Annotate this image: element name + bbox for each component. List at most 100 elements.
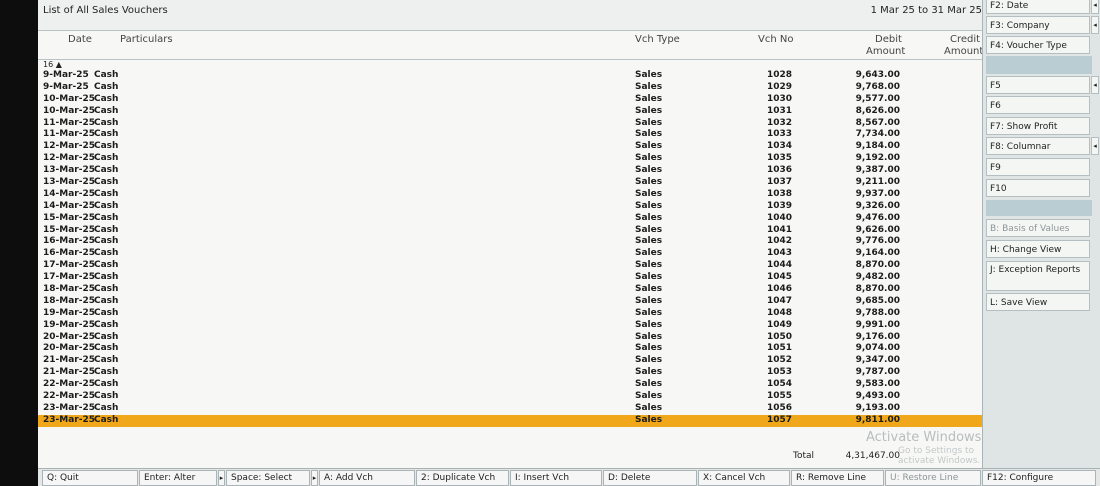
table-row[interactable]: 12-Mar-25 Cash Sales 1034 9,184.00 [38,141,982,153]
f4-voucher-type-button[interactable]: F4: Voucher Type [986,36,1090,54]
table-row[interactable]: 10-Mar-25 Cash Sales 1031 8,626.00 [38,106,982,118]
table-row[interactable]: 11-Mar-25 Cash Sales 1033 7,734.00 [38,129,982,141]
table-row[interactable]: 19-Mar-25 Cash Sales 1048 9,788.00 [38,308,982,320]
row-vch-type: Sales [635,402,663,413]
table-row[interactable]: 14-Mar-25 Cash Sales 1039 9,326.00 [38,201,982,213]
f10-button[interactable]: F10 [986,179,1090,197]
f7-show-profit-button[interactable]: F7: Show Profit [986,117,1090,135]
chevron-left-icon[interactable]: ◂ [1091,0,1099,14]
row-debit-amount: 9,482.00 [855,272,900,283]
row-debit-amount: 9,811.00 [855,414,900,425]
duplicate-voucher-button[interactable]: 2: Duplicate Vch [416,470,509,486]
row-vch-no: 1052 [766,355,792,366]
sidebar-divider [986,200,1092,216]
restore-line-button[interactable]: U: Restore Line [885,470,981,486]
row-date: 10-Mar-25 [43,93,95,104]
chevron-left-icon[interactable]: ◂ [1091,76,1099,94]
table-row[interactable]: 17-Mar-25 Cash Sales 1044 8,870.00 [38,260,982,272]
chevron-left-icon[interactable]: ◂ [1091,137,1099,155]
table-row[interactable]: 10-Mar-25 Cash Sales 1030 9,577.00 [38,94,982,106]
f2-date-button[interactable]: F2: Date [986,0,1090,14]
row-debit-amount: 9,211.00 [855,177,900,188]
f3-company-button[interactable]: F3: Company [986,16,1090,34]
row-debit-amount: 8,870.00 [855,284,900,295]
row-debit-amount: 9,577.00 [855,93,900,104]
voucher-table: 9-Mar-25 Cash Sales 1028 9,643.00 9-Mar-25 Cas… [38,70,982,427]
select-button[interactable]: Space: Select [226,470,310,486]
alter-button[interactable]: Enter: Alter [139,470,217,486]
row-particulars: Cash [94,93,119,104]
row-particulars: Cash [94,367,119,378]
table-row[interactable]: 13-Mar-25 Cash Sales 1036 9,387.00 [38,165,982,177]
column-header: Date Particulars Vch Type Vch No Debit A… [38,31,983,60]
row-particulars: Cash [94,295,119,306]
cancel-voucher-button[interactable]: X: Cancel Vch [698,470,790,486]
f6-button[interactable]: F6 [986,96,1090,114]
table-row[interactable]: 18-Mar-25 Cash Sales 1047 9,685.00 [38,296,982,308]
table-row[interactable]: 15-Mar-25 Cash Sales 1040 9,476.00 [38,213,982,225]
delete-button[interactable]: D: Delete [603,470,697,486]
table-row[interactable]: 23-Mar-25 Cash Sales 1056 9,193.00 [38,403,982,415]
chevron-right-icon[interactable]: ▸ [218,470,225,486]
row-debit-amount: 8,870.00 [855,260,900,271]
col-date: Date [68,34,92,45]
row-particulars: Cash [94,188,119,199]
f5-button[interactable]: F5 [986,76,1090,94]
row-vch-type: Sales [635,200,663,211]
f8-columnar-button[interactable]: F8: Columnar [986,137,1090,155]
f9-button[interactable]: F9 [986,158,1090,176]
quit-button[interactable]: Q: Quit [42,470,138,486]
row-particulars: Cash [94,117,119,128]
row-vch-no: 1044 [766,260,792,271]
table-row[interactable]: 19-Mar-25 Cash Sales 1049 9,991.00 [38,320,982,332]
table-row[interactable]: 22-Mar-25 Cash Sales 1055 9,493.00 [38,391,982,403]
table-row[interactable]: 18-Mar-25 Cash Sales 1046 8,870.00 [38,284,982,296]
add-voucher-button[interactable]: A: Add Vch [319,470,415,486]
table-row[interactable]: 15-Mar-25 Cash Sales 1041 9,626.00 [38,225,982,237]
group-label: 16 ▲ [43,60,62,69]
row-vch-type: Sales [635,343,663,354]
remove-line-button[interactable]: R: Remove Line [791,470,884,486]
table-row[interactable]: 21-Mar-25 Cash Sales 1052 9,347.00 [38,355,982,367]
change-view-button[interactable]: H: Change View [986,240,1090,258]
row-debit-amount: 9,347.00 [855,355,900,366]
table-row[interactable]: 22-Mar-25 Cash Sales 1054 9,583.00 [38,379,982,391]
row-date: 9-Mar-25 [43,81,89,92]
table-row[interactable]: 20-Mar-25 Cash Sales 1051 9,074.00 [38,343,982,355]
table-row[interactable]: 21-Mar-25 Cash Sales 1053 9,787.00 [38,367,982,379]
table-row[interactable]: 13-Mar-25 Cash Sales 1037 9,211.00 [38,177,982,189]
table-row[interactable]: 12-Mar-25 Cash Sales 1035 9,192.00 [38,153,982,165]
chevron-left-icon[interactable]: ◂ [1091,16,1099,34]
basis-of-values-button[interactable]: B: Basis of Values [986,219,1090,237]
row-vch-type: Sales [635,248,663,259]
col-debit-sub: Amount [866,46,906,57]
table-row[interactable]: 11-Mar-25 Cash Sales 1032 8,567.00 [38,118,982,130]
table-row[interactable]: 16-Mar-25 Cash Sales 1043 9,164.00 [38,248,982,260]
row-vch-type: Sales [635,355,663,366]
row-vch-no: 1029 [766,81,792,92]
row-debit-amount: 9,626.00 [855,224,900,235]
row-vch-no: 1049 [766,319,792,330]
report-period: 1 Mar 25 to 31 Mar 25 [870,5,982,16]
chevron-right-icon[interactable]: ▸ [311,470,318,486]
report-header: List of All Sales Vouchers 1 Mar 25 to 3… [38,0,982,31]
row-vch-no: 1048 [766,307,792,318]
exception-reports-button[interactable]: J: Exception Reports [986,261,1090,291]
table-row[interactable]: 23-Mar-25 Cash Sales 1057 9,811.00 [38,414,982,427]
table-row[interactable]: 16-Mar-25 Cash Sales 1042 9,776.00 [38,236,982,248]
table-row[interactable]: 14-Mar-25 Cash Sales 1038 9,937.00 [38,189,982,201]
row-particulars: Cash [94,355,119,366]
table-row[interactable]: 9-Mar-25 Cash Sales 1028 9,643.00 [38,70,982,82]
row-vch-type: Sales [635,117,663,128]
table-row[interactable]: 20-Mar-25 Cash Sales 1050 9,176.00 [38,332,982,344]
row-debit-amount: 9,685.00 [855,295,900,306]
configure-button[interactable]: F12: Configure [982,470,1096,486]
save-view-button[interactable]: L: Save View [986,293,1090,311]
row-particulars: Cash [94,212,119,223]
insert-voucher-button[interactable]: I: Insert Vch [510,470,602,486]
row-debit-amount: 9,193.00 [855,402,900,413]
row-vch-type: Sales [635,70,663,80]
table-row[interactable]: 9-Mar-25 Cash Sales 1029 9,768.00 [38,82,982,94]
row-vch-no: 1053 [766,367,792,378]
table-row[interactable]: 17-Mar-25 Cash Sales 1045 9,482.00 [38,272,982,284]
